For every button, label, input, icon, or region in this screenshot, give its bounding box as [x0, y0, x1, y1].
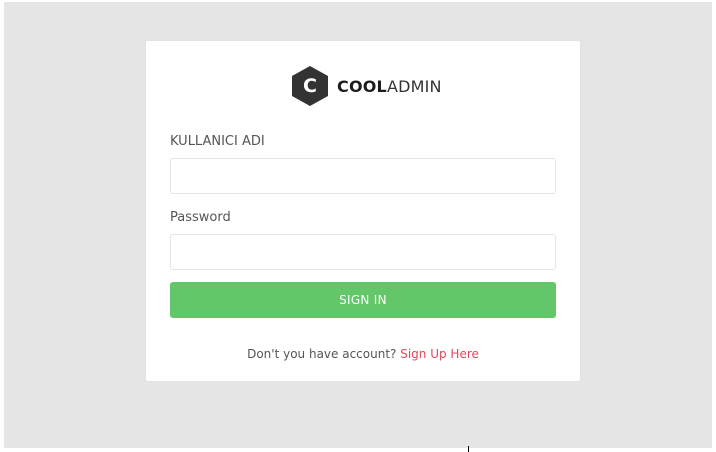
logo-letter: C [303, 75, 317, 97]
login-page-background: C COOLADMIN KULLANICI ADI Password SIGN … [4, 2, 712, 448]
brand-logo: C COOLADMIN [291, 65, 442, 107]
signup-prompt-text: Don't you have account? [247, 347, 401, 361]
brand-name-light: ADMIN [386, 76, 442, 96]
text-cursor-mark [468, 446, 469, 452]
username-input[interactable] [170, 158, 556, 194]
password-input[interactable] [170, 234, 556, 270]
login-card: C COOLADMIN KULLANICI ADI Password SIGN … [146, 41, 580, 381]
signup-prompt-line: Don't you have account? Sign Up Here [146, 347, 580, 361]
username-label: KULLANICI ADI [170, 134, 265, 149]
brand-name-bold: COOL [337, 76, 387, 96]
brand-name: COOLADMIN [337, 77, 442, 96]
sign-up-link[interactable]: Sign Up Here [400, 347, 479, 361]
password-label: Password [170, 210, 231, 225]
sign-in-button[interactable]: SIGN IN [170, 282, 556, 318]
hexagon-logo-icon: C [291, 65, 329, 107]
